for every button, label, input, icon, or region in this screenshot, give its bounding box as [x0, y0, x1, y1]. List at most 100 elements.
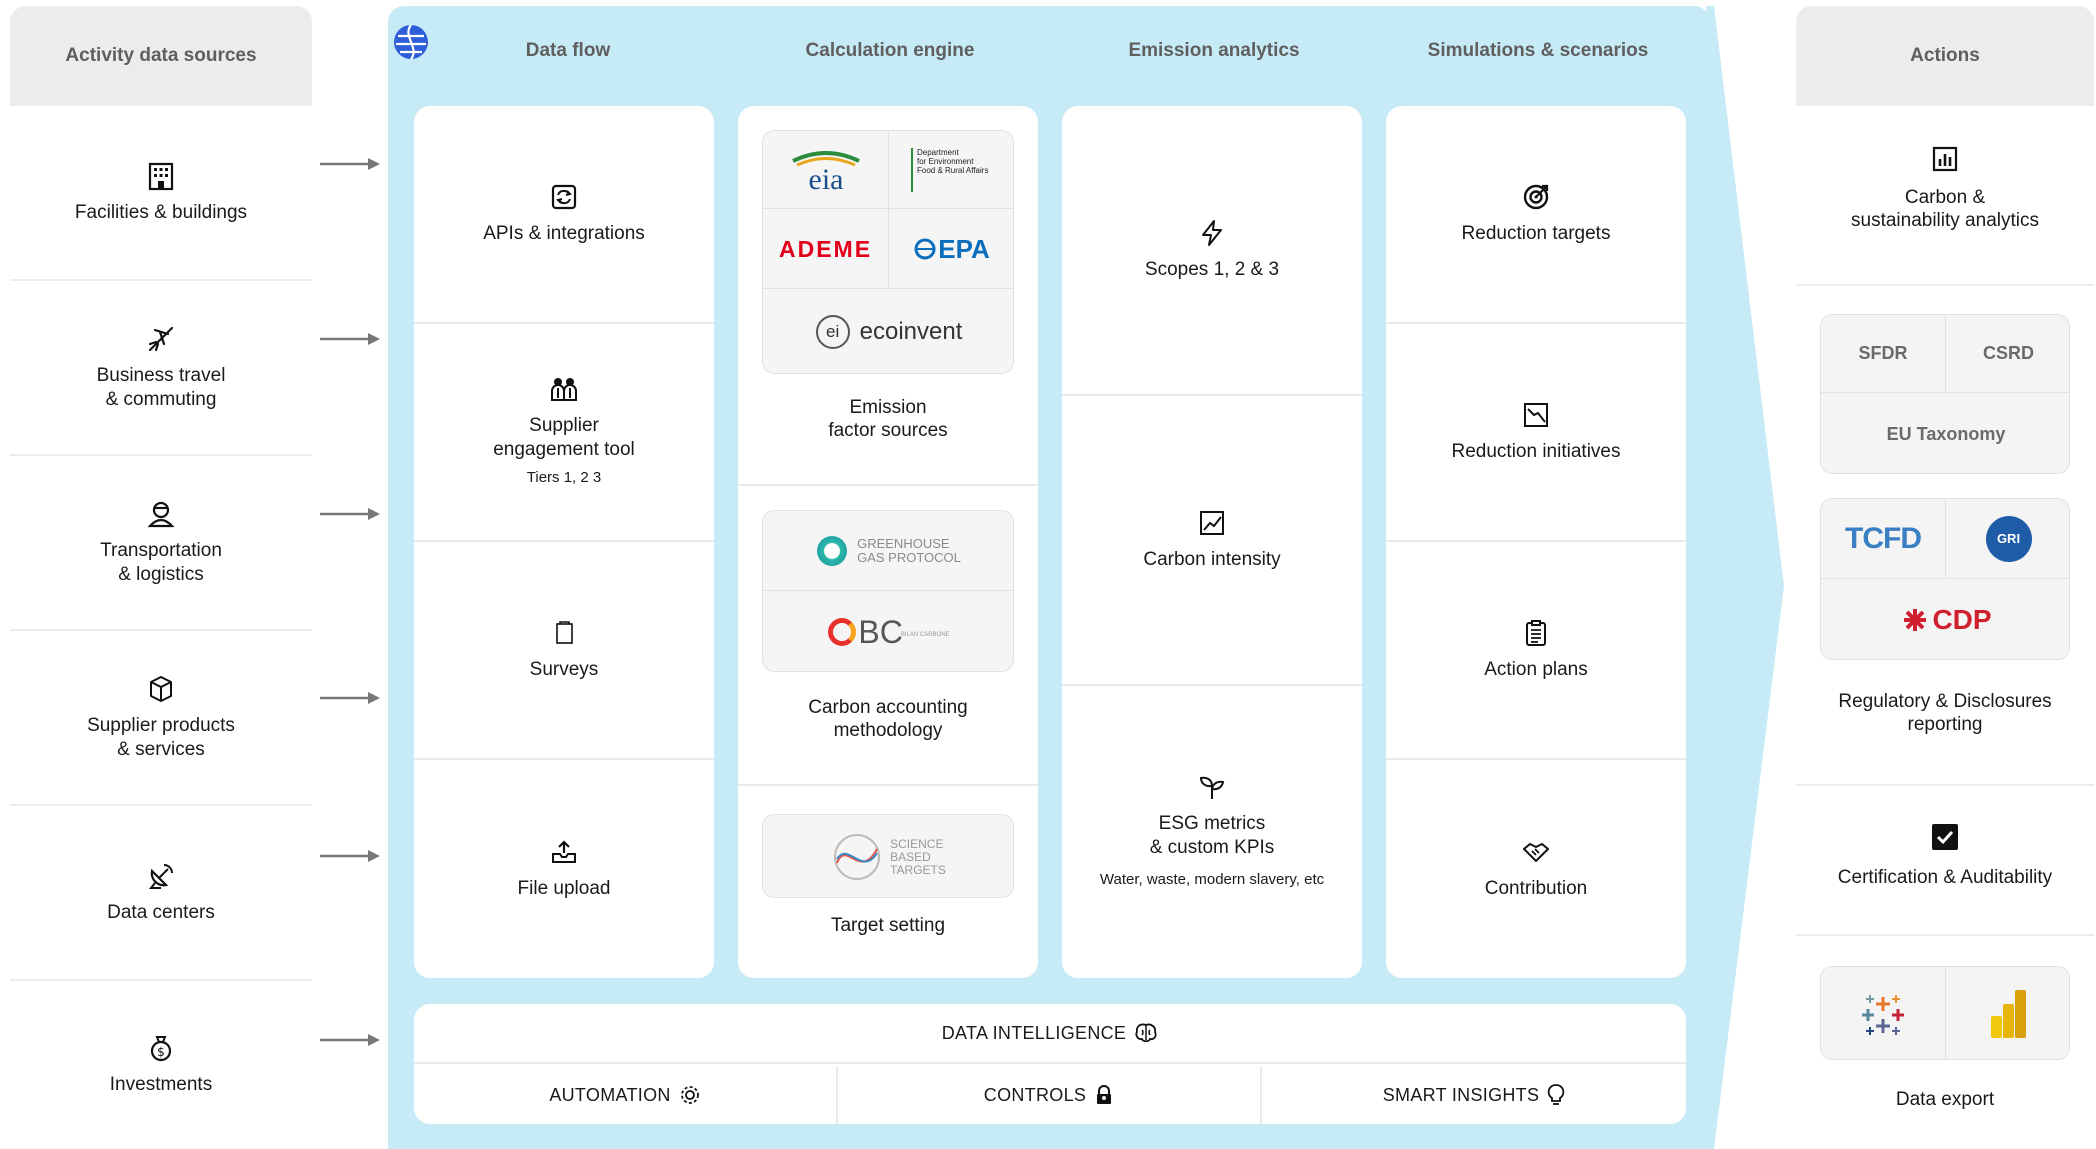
methodology-label: Carbon accounting methodology	[808, 697, 968, 741]
money-bag-icon: $	[146, 1033, 176, 1063]
export-logos-box	[1820, 966, 2070, 1060]
source-transportation[interactable]: Transportation & logistics	[10, 456, 312, 631]
analytics-label: Scopes 1, 2 & 3	[1144, 259, 1280, 280]
powerbi-logo	[1946, 967, 2069, 1059]
simulation-reduction-initiatives[interactable]: Reduction initiatives	[1386, 324, 1686, 542]
controls-label: CONTROLS	[983, 1084, 1087, 1105]
csrd-tag: CSRD	[1946, 315, 2069, 393]
data-flow-label: Surveys	[529, 659, 599, 680]
action-certification[interactable]: Certification & Auditability	[1796, 786, 2094, 936]
sfdr-tag: SFDR	[1821, 315, 1946, 393]
action-data-export[interactable]: Data export	[1796, 936, 2094, 1149]
defra-logo: Department for Environment Food & Rural …	[889, 131, 1013, 209]
action-regulatory-reporting[interactable]: SFDR CSRD EU Taxonomy TCFD GRI CDP Regul…	[1796, 286, 2094, 786]
smart-insights-item[interactable]: SMART INSIGHTS	[1262, 1066, 1686, 1124]
bc-subtext: BILAN CARBONE	[900, 632, 950, 638]
controls-item[interactable]: CONTROLS	[838, 1066, 1262, 1124]
arrow-right-icon	[320, 508, 380, 520]
source-label: Data centers	[107, 901, 215, 923]
people-icon	[549, 374, 579, 404]
eia-text: eia	[808, 163, 843, 196]
simulations-card: Reduction targets Reduction initiatives …	[1386, 106, 1686, 978]
trend-down-icon	[1521, 400, 1551, 430]
analytics-label: Carbon intensity	[1143, 549, 1281, 570]
data-flow-surveys[interactable]: Surveys	[414, 542, 714, 760]
lightbulb-icon	[1548, 1084, 1565, 1105]
regulatory-reporting-label: Regulatory & Disclosures reporting	[1838, 691, 2052, 735]
tcfd-logo: TCFD	[1821, 499, 1946, 579]
source-label: Facilities & buildings	[74, 201, 248, 223]
analytics-scopes[interactable]: Scopes 1, 2 & 3	[1062, 106, 1362, 396]
source-facilities[interactable]: Facilities & buildings	[10, 106, 312, 281]
ademe-text: ADEME	[778, 235, 873, 262]
simulation-label: Action plans	[1484, 659, 1588, 680]
header-simulations-scenarios: Simulations & scenarios	[1427, 40, 1649, 61]
emission-factor-sources[interactable]: eia Department for Environment Food & Ru…	[738, 106, 1038, 486]
ademe-logo: ADEME	[763, 209, 889, 289]
simulation-reduction-targets[interactable]: Reduction targets	[1386, 106, 1686, 324]
bilan-carbone-logo: BC BILAN CARBONE	[763, 591, 1013, 671]
carbon-accounting-methodology[interactable]: GREENHOUSE GAS PROTOCOL BC BILAN CARBONE…	[738, 486, 1038, 786]
chevron-connector	[1706, 6, 1784, 1149]
header-emission-analytics: Emission analytics	[1128, 40, 1300, 61]
data-flow-label: Supplier engagement tool	[493, 415, 635, 460]
methodology-logos: GREENHOUSE GAS PROTOCOL BC BILAN CARBONE	[762, 510, 1014, 672]
sbt-text: SCIENCE BASED TARGETS	[890, 836, 946, 877]
source-label: Supplier products & services	[87, 714, 235, 760]
checkbox-checked-icon	[1932, 824, 1958, 850]
simulation-contribution[interactable]: Contribution	[1386, 760, 1686, 978]
data-flow-card: APIs & integrations Supplier engagement …	[414, 106, 714, 978]
sprout-icon	[1197, 772, 1227, 802]
simulation-label: Contribution	[1484, 878, 1588, 899]
data-flow-file-upload[interactable]: File upload	[414, 760, 714, 978]
analytics-sublabel: Water, waste, modern slavery, etc	[1099, 871, 1325, 888]
handshake-icon	[1521, 837, 1551, 867]
target-setting[interactable]: SCIENCE BASED TARGETS Target setting	[738, 786, 1038, 978]
building-icon	[146, 161, 176, 191]
source-supplier-products[interactable]: Supplier products & services	[10, 631, 312, 806]
arrow-right-icon	[320, 850, 380, 862]
automation-item[interactable]: AUTOMATION	[414, 1066, 838, 1124]
data-flow-sublabel: Tiers 1, 2 3	[526, 469, 602, 486]
action-analytics[interactable]: Carbon & sustainability analytics	[1796, 106, 2094, 286]
activity-data-sources-title: Activity data sources	[10, 6, 312, 106]
disclosure-logos-box: TCFD GRI CDP	[1820, 498, 2070, 660]
cdp-logo: CDP	[1821, 579, 2069, 659]
source-data-centers[interactable]: Data centers	[10, 806, 312, 981]
analytics-carbon-intensity[interactable]: Carbon intensity	[1062, 396, 1362, 686]
epa-text: EPA	[938, 233, 990, 264]
header-data-flow: Data flow	[525, 40, 611, 61]
source-investments[interactable]: $ Investments	[10, 981, 312, 1149]
arrow-right-icon	[320, 692, 380, 704]
tableau-icon	[1862, 995, 1904, 1035]
gri-text: GRI	[1996, 531, 2021, 546]
calculation-engine-card: eia Department for Environment Food & Ru…	[738, 106, 1038, 978]
simulation-action-plans[interactable]: Action plans	[1386, 542, 1686, 760]
eia-logo: eia	[763, 131, 889, 209]
certification-label: Certification & Auditability	[1837, 867, 2053, 888]
cdp-mark-icon	[1904, 609, 1927, 631]
epa-logo: EPA	[889, 209, 1013, 289]
actions-column: Actions Carbon & sustainability analytic…	[1796, 6, 2094, 1149]
source-business-travel[interactable]: Business travel & commuting	[10, 281, 312, 456]
bc-text: BC	[858, 614, 903, 650]
upload-icon	[549, 837, 579, 867]
analytics-label: ESG metrics & custom KPIs	[1149, 813, 1275, 858]
lock-person-icon	[1097, 1085, 1112, 1104]
analytics-esg-metrics[interactable]: ESG metrics & custom KPIs Water, waste, …	[1062, 686, 1362, 978]
satellite-dish-icon	[146, 861, 176, 891]
source-label: Transportation & logistics	[100, 539, 222, 585]
powerbi-icon	[1990, 990, 2026, 1038]
svg-text:$: $	[157, 1045, 165, 1059]
data-flow-apis[interactable]: APIs & integrations	[414, 106, 714, 324]
simulation-label: Reduction targets	[1461, 223, 1611, 244]
data-flow-label: File upload	[517, 878, 611, 899]
package-icon	[146, 674, 176, 704]
sbt-logo: SCIENCE BASED TARGETS	[763, 815, 1013, 897]
data-intelligence-title: DATA INTELLIGENCE	[414, 1004, 1686, 1064]
tcfd-text: TCFD	[1845, 521, 1922, 555]
brain-icon	[1135, 1023, 1157, 1043]
target-icon	[1521, 182, 1551, 212]
data-flow-supplier-engagement[interactable]: Supplier engagement tool Tiers 1, 2 3	[414, 324, 714, 542]
data-export-label: Data export	[1895, 1089, 1995, 1110]
